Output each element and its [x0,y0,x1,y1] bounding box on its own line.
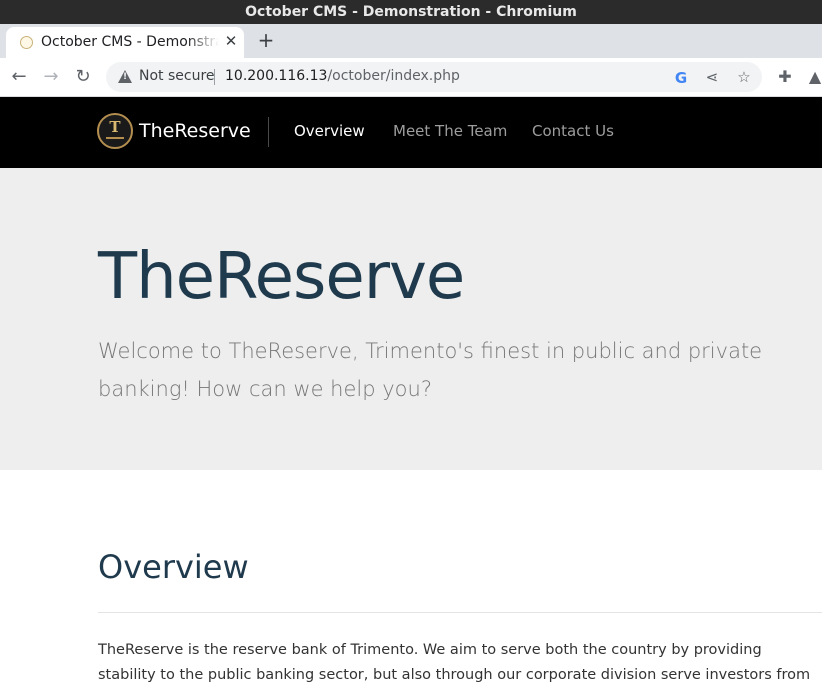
new-tab-icon[interactable]: + [256,29,276,51]
nav-link-meet-the-team[interactable]: Meet The Team [393,122,507,140]
address-bar[interactable]: Not secure 10.200.116.13/october/index.p… [106,62,762,92]
warning-icon[interactable] [118,70,132,83]
navbar-divider [268,117,269,147]
back-icon[interactable]: ← [8,66,30,88]
tab-strip: October CMS - Demonstration ✕ [0,24,822,58]
overview-paragraph: TheReserve is the reserve bank of Trimen… [98,642,811,683]
window-title: October CMS - Demonstration - Chromium [0,0,822,24]
forward-icon[interactable]: → [40,66,62,88]
security-status[interactable]: Not secure [139,68,215,84]
close-icon[interactable]: ✕ [222,32,240,50]
nav-link-overview[interactable]: Overview [294,122,365,140]
share-icon[interactable]: ⋖ [704,69,720,85]
overview-heading: Overview [98,548,249,586]
tab-title: October CMS - Demonstration [41,34,219,50]
reload-icon[interactable]: ↻ [72,66,94,88]
browser-toolbar: ← → ↻ Not secure 10.200.116.13/october/i… [0,58,822,97]
section-divider [98,612,822,613]
extensions-icon[interactable]: ✚ [774,66,796,88]
omnibox-divider [214,69,215,85]
url-host: 10.200.116.13 [225,68,328,84]
brand-name[interactable]: TheReserve [139,120,251,142]
url-text[interactable]: 10.200.116.13/october/index.php [225,68,460,84]
url-path: /october/index.php [327,68,460,84]
profile-icon[interactable]: ▲ [804,66,822,88]
browser-tab[interactable]: October CMS - Demonstration ✕ [6,27,244,58]
brand-logo-icon[interactable] [97,113,133,149]
bookmark-star-icon[interactable]: ☆ [736,69,752,85]
hero-title: TheReserve [98,240,465,314]
google-icon[interactable]: G [673,69,689,87]
nav-link-contact-us[interactable]: Contact Us [532,122,614,140]
hero-section: TheReserve Welcome to TheReserve, Trimen… [0,168,822,470]
hero-subtitle: Welcome to TheReserve, Trimento's finest… [98,339,763,401]
site-favicon-icon [20,36,33,49]
site-navbar: TheReserve Overview Meet The Team Contac… [0,97,822,168]
